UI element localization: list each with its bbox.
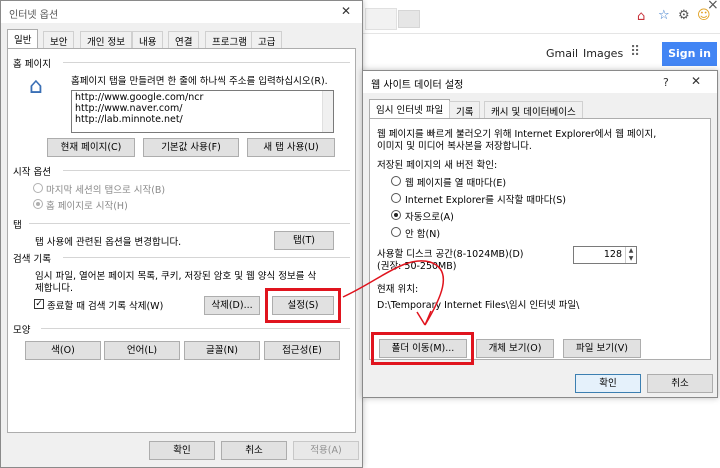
tabs-section-divider xyxy=(29,223,350,224)
startup-section-label: 시작 옵션 xyxy=(13,167,51,178)
use-current-button[interactable]: 현재 페이지(C) xyxy=(47,138,135,157)
every-visit-radio[interactable] xyxy=(391,176,401,186)
history-section-label: 검색 기록 xyxy=(13,254,51,265)
tab-history[interactable]: 기록 xyxy=(449,101,481,118)
font-button[interactable]: 글꼴(N) xyxy=(184,341,260,360)
tabs-section-label: 탭 xyxy=(13,220,22,231)
view-objects-button[interactable]: 개체 보기(O) xyxy=(476,339,554,358)
tabs-button[interactable]: 탭(T) xyxy=(274,231,334,250)
tab-content[interactable]: 내용 xyxy=(132,31,164,48)
tab-privacy[interactable]: 개인 정보 xyxy=(80,31,132,48)
ok-button[interactable]: 확인 xyxy=(575,374,641,393)
tabs-description: 탭 사용에 관련된 옵션을 변경합니다. xyxy=(35,237,182,248)
apps-grid-icon[interactable]: ⠿ xyxy=(630,44,640,60)
tab-security[interactable]: 보안 xyxy=(43,31,75,48)
internet-options-dialog: 인터넷 옵션 ✕ 일반 보안 개인 정보 내용 연결 프로그램 고급 홈 페이지… xyxy=(0,0,363,468)
website-data-dialog: 웹 사이트 데이터 설정 ? ✕ 임시 인터넷 파일 기록 캐시 및 데이터베이… xyxy=(362,70,718,398)
browser-tab[interactable] xyxy=(365,8,397,30)
home-description: 홈페이지 탭을 만들려면 한 줄에 하나씩 주소를 입력하십시오(R). xyxy=(71,76,328,87)
history-section-divider xyxy=(63,257,350,258)
every-visit-label: 웹 페이지를 열 때마다(E) xyxy=(405,178,507,189)
temp-files-description-2: 이미지 및 미디어 복사본을 저장합니다. xyxy=(377,141,532,152)
appearance-section-divider xyxy=(41,328,350,329)
disk-space-value: 128 xyxy=(603,249,622,260)
home-section-divider xyxy=(63,62,350,63)
apply-button[interactable]: 적용(A) xyxy=(293,441,359,460)
startup-last-session-label: 마지막 세션의 탭으로 시작(B) xyxy=(46,185,166,196)
tab-programs[interactable]: 프로그램 xyxy=(205,31,254,48)
view-files-button[interactable]: 파일 보기(V) xyxy=(563,339,641,358)
current-location-label: 현재 위치: xyxy=(377,284,419,295)
tab-connections[interactable]: 연결 xyxy=(168,31,200,48)
title-bar: 인터넷 옵션 ✕ xyxy=(1,1,362,23)
tab-temp-files[interactable]: 임시 인터넷 파일 xyxy=(369,99,451,119)
startup-home-label: 홈 페이지로 시작(H) xyxy=(46,201,128,212)
every-start-label: Internet Explorer를 시작할 때마다(S) xyxy=(405,195,566,206)
settings-gear-icon[interactable]: ⚙ xyxy=(678,8,690,23)
language-button[interactable]: 언어(L) xyxy=(104,341,180,360)
title-bar: 웹 사이트 데이터 설정 ? ✕ xyxy=(363,71,717,93)
home-url-list[interactable]: http://www.google.com/ncr http://www.nav… xyxy=(71,90,334,133)
history-description-line2: 제합니다. xyxy=(35,283,73,294)
close-icon[interactable]: ✕ xyxy=(691,74,701,88)
home-icon[interactable]: ⌂ xyxy=(637,9,645,24)
history-description-line1: 임시 파일, 열어본 페이지 목록, 쿠키, 저장된 암호 및 웹 양식 정보를… xyxy=(35,271,317,282)
dialog-title: 웹 사이트 데이터 설정 xyxy=(371,80,464,91)
home-url-3: http://lab.minnote.net/ xyxy=(75,114,183,125)
use-new-tab-button[interactable]: 새 탭 사용(U) xyxy=(247,138,335,157)
close-icon[interactable]: ✕ xyxy=(341,4,351,18)
appearance-section-label: 모양 xyxy=(13,325,31,336)
browser-new-tab-button[interactable] xyxy=(398,10,420,28)
accessibility-button[interactable]: 접근성(E) xyxy=(264,341,340,360)
current-location-path: D:\Temporary Internet Files\임시 인터넷 파일\ xyxy=(377,300,580,311)
tab-general[interactable]: 일반 xyxy=(7,29,39,49)
home-section-label: 홈 페이지 xyxy=(13,59,51,70)
settings-highlight-box xyxy=(265,288,341,323)
disk-space-recommendation: (권장: 50-250MB) xyxy=(377,261,457,272)
signin-button[interactable]: Sign in xyxy=(662,42,717,66)
help-icon[interactable]: ? xyxy=(663,76,669,89)
use-default-button[interactable]: 기본값 사용(F) xyxy=(143,138,239,157)
startup-section-divider xyxy=(63,170,350,171)
delete-history-button[interactable]: 삭제(D)... xyxy=(204,296,260,315)
startup-last-session-radio[interactable] xyxy=(33,183,43,193)
home-url-1: http://www.google.com/ncr xyxy=(75,92,204,103)
never-label: 안 함(N) xyxy=(405,229,441,240)
cancel-button[interactable]: 취소 xyxy=(221,441,287,460)
move-folder-highlight-box xyxy=(371,332,474,365)
favorites-star-icon[interactable]: ☆ xyxy=(658,8,670,23)
delete-on-exit-checkbox[interactable]: ✓ xyxy=(34,299,44,309)
dialog-title: 인터넷 옵션 xyxy=(9,10,59,21)
url-list-scrollbar[interactable] xyxy=(322,91,333,132)
color-button[interactable]: 색(O) xyxy=(25,341,101,360)
smiley-icon[interactable]: ☺ xyxy=(697,8,711,23)
home-page-icon: ⌂ xyxy=(29,74,43,99)
check-versions-label: 저장된 페이지의 새 버전 확인: xyxy=(377,160,498,171)
startup-home-radio[interactable] xyxy=(33,199,43,209)
home-url-2: http://www.naver.com/ xyxy=(75,103,183,114)
automatic-radio[interactable] xyxy=(391,210,401,220)
images-link[interactable]: Images xyxy=(583,47,623,60)
delete-on-exit-label: 종료할 때 검색 기록 삭제(W) xyxy=(47,301,164,312)
never-radio[interactable] xyxy=(391,227,401,237)
disk-space-spinner[interactable]: 128 ▲ ▼ xyxy=(573,246,637,264)
gmail-link[interactable]: Gmail xyxy=(546,47,578,60)
every-start-radio[interactable] xyxy=(391,193,401,203)
cancel-button[interactable]: 취소 xyxy=(647,374,713,393)
spinner-arrows[interactable]: ▲ ▼ xyxy=(625,247,636,263)
automatic-label: 자동으로(A) xyxy=(405,212,454,223)
tab-advanced[interactable]: 고급 xyxy=(251,31,283,48)
ok-button[interactable]: 확인 xyxy=(149,441,215,460)
tab-cache-db[interactable]: 캐시 및 데이터베이스 xyxy=(484,101,583,118)
